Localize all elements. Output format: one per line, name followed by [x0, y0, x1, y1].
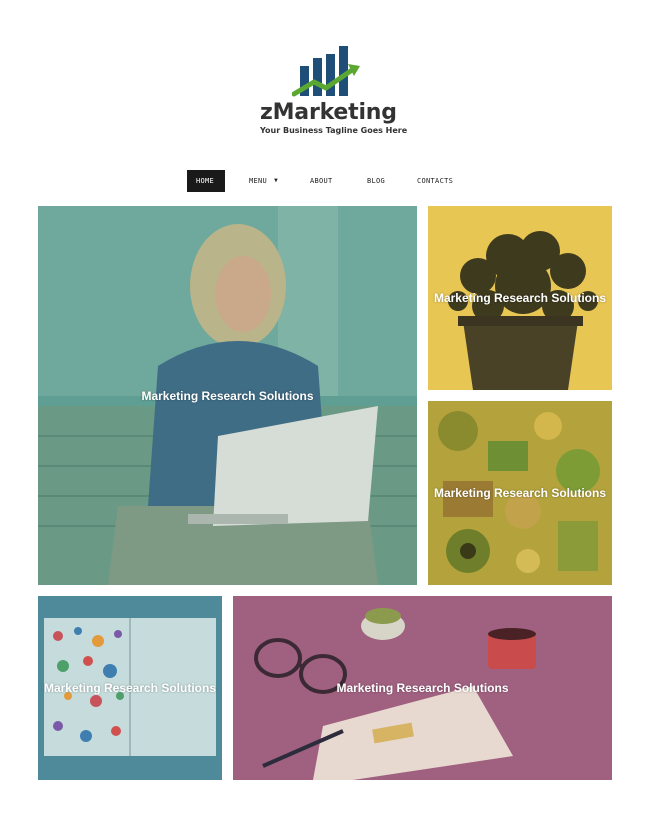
nav-contacts-label: CONTACTS: [417, 177, 454, 185]
nav-about[interactable]: ABOUT: [310, 170, 333, 192]
nav-blog-label: BLOG: [367, 177, 386, 185]
feature-tile-collage[interactable]: Marketing Research Solutions: [428, 401, 612, 585]
nav-about-label: ABOUT: [310, 177, 333, 185]
feature-tile-desk[interactable]: Marketing Research Solutions: [233, 596, 612, 780]
tile-caption: Marketing Research Solutions: [336, 681, 509, 695]
site-logo[interactable]: zMarketing Your Business Tagline Goes He…: [256, 44, 407, 136]
bar-chart-logo-icon: [292, 46, 360, 97]
tile-caption: Marketing Research Solutions: [433, 486, 607, 500]
nav-contacts[interactable]: CONTACTS: [417, 170, 453, 192]
nav-blog[interactable]: BLOG: [367, 170, 385, 192]
feature-tile-large[interactable]: Marketing Research Solutions: [38, 206, 417, 585]
tile-caption: Marketing Research Solutions: [141, 389, 314, 403]
brand-tagline: Your Business Tagline Goes Here: [260, 126, 408, 135]
feature-tile-book[interactable]: Marketing Research Solutions: [38, 596, 222, 780]
nav-menu-label: MENU: [249, 177, 268, 185]
caret-down-icon: ▼: [274, 177, 278, 184]
nav-home[interactable]: HOME: [187, 170, 225, 192]
tile-caption: Marketing Research Solutions: [43, 681, 217, 695]
main-navigation: HOME MENU ▼ ABOUT BLOG CONTACTS: [187, 170, 477, 192]
tile-caption: Marketing Research Solutions: [433, 291, 607, 305]
brand-name: zMarketing: [260, 100, 397, 125]
nav-menu[interactable]: MENU ▼: [249, 170, 278, 192]
nav-home-label: HOME: [196, 177, 215, 185]
feature-tile-plant[interactable]: Marketing Research Solutions: [428, 206, 612, 390]
